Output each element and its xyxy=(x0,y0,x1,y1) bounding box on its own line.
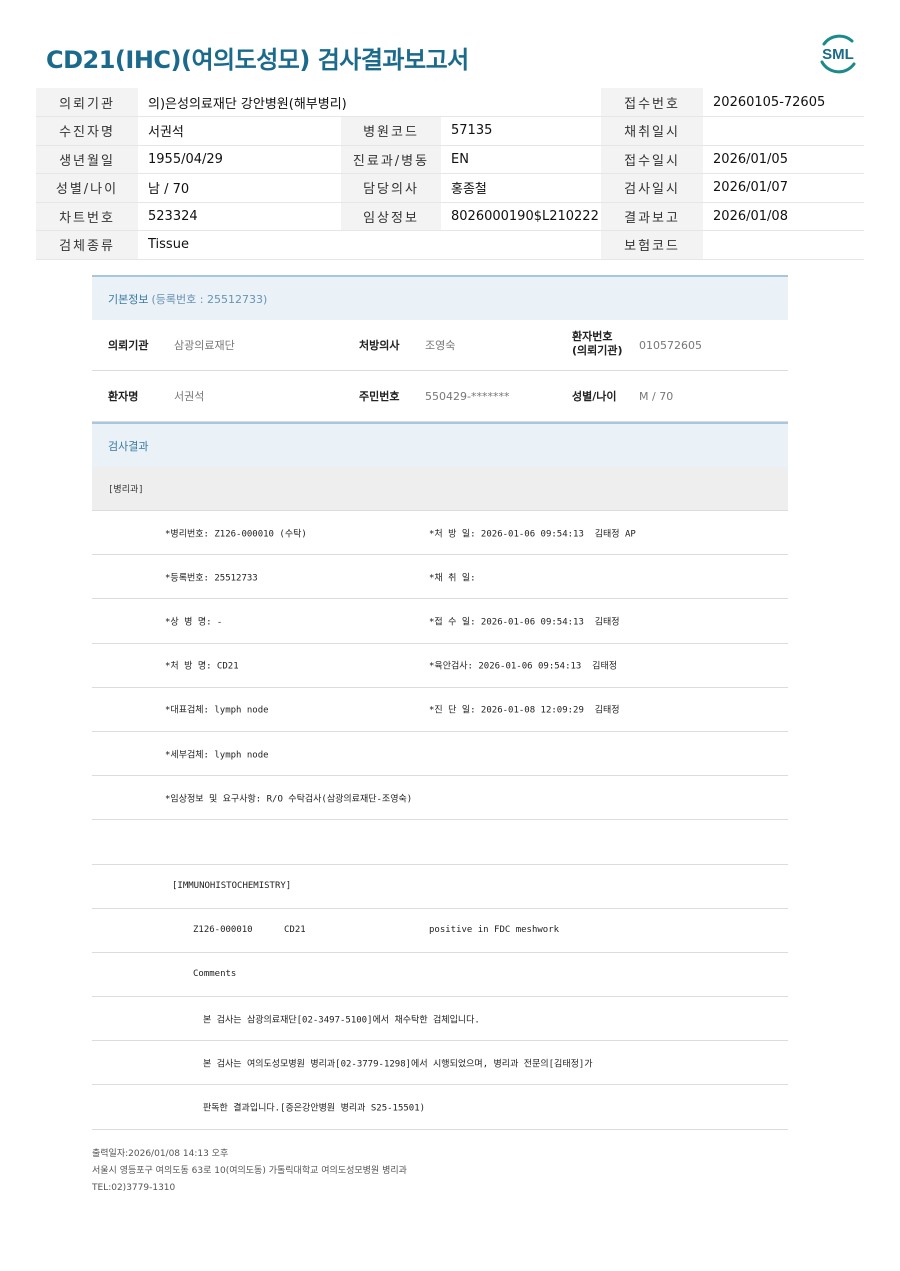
header-label: 병원코드 xyxy=(341,116,441,146)
header-value: 의)은성의료재단 강안병원(해부병리) xyxy=(138,88,602,117)
header-label: 검사일시 xyxy=(601,173,704,203)
header-row: 의뢰기관 의)은성의료재단 강안병원(해부병리) 접수번호 20260105-7260… xyxy=(36,88,865,117)
result-field-right: *처 방 일: 2026-01-06 09:54:13 김태정 AP xyxy=(429,529,636,540)
header-row: 성별/나이 남 / 70 담당의사 홍종철 검사일시 2026/01/07 xyxy=(36,173,865,203)
result-line: *세부검체: lymph node xyxy=(92,732,788,777)
header-label: 의뢰기관 xyxy=(36,88,138,117)
hospital-address: 서울시 영등포구 여의도동 63로 10(여의도동) 가톨릭대학교 여의도성모병… xyxy=(92,1166,407,1176)
blank-row xyxy=(92,820,788,865)
result-field-right: *채 취 일: xyxy=(429,573,476,584)
comment-row: 판독한 결과입니다.[증은강안병원 병리과 S25-15501) xyxy=(92,1085,788,1130)
result-field-left: *병리번호: Z126-000010 (수탁) xyxy=(165,529,307,540)
info-label: 환자번호 (의뢰기관) xyxy=(572,330,623,357)
logo-text: SML xyxy=(822,46,854,63)
result-field-left: *처 방 명: CD21 xyxy=(165,661,239,672)
header-label: 임상정보 xyxy=(341,202,441,231)
info-label: 주민번호 xyxy=(359,390,400,403)
comment-text: 본 검사는 삼광의료재단[02-3497-5100]에서 채수탁한 검체입니다. xyxy=(203,1015,480,1026)
header-label: 수진자명 xyxy=(36,116,138,146)
info-label: 처방의사 xyxy=(359,339,400,352)
header-label: 접수일시 xyxy=(601,145,704,174)
info-value: 010572605 xyxy=(639,338,702,352)
report-body: 기본정보 (등록번호 : 25512733) 의뢰기관 삼광의료재단 처방의사 … xyxy=(92,275,788,1130)
header-value: 8026000190$L210222 xyxy=(441,202,602,231)
results-heading: 검사결과 xyxy=(92,422,788,467)
info-value: 550429-******* xyxy=(425,389,510,403)
comment-text: 판독한 결과입니다.[증은강안병원 병리과 S25-15501) xyxy=(203,1103,426,1114)
result-field-right: *육안검사: 2026-01-06 09:54:13 김태정 xyxy=(429,661,618,672)
info-value: 삼광의료재단 xyxy=(174,339,235,352)
info-value: 조영숙 xyxy=(425,339,456,352)
header-value xyxy=(703,230,865,260)
header-value: 2026/01/08 xyxy=(703,202,865,231)
header-value: 2026/01/05 xyxy=(703,145,865,174)
header-value: Tissue xyxy=(138,230,602,260)
result-line: *상 병 명: - *접 수 일: 2026-01-06 09:54:13 김태정 xyxy=(92,599,788,644)
info-value: M / 70 xyxy=(639,389,674,403)
header-value: 서권석 xyxy=(138,116,341,146)
result-field-right: *접 수 일: 2026-01-06 09:54:13 김태정 xyxy=(429,617,620,628)
header-value: EN xyxy=(441,145,602,174)
info-label: 의뢰기관 xyxy=(108,339,149,352)
header-label: 담당의사 xyxy=(341,173,441,203)
header-row: 생년월일 1955/04/29 진료과/병동 EN 접수일시 2026/01/05 xyxy=(36,145,865,174)
header-value: 1955/04/29 xyxy=(138,145,341,174)
result-field-left: *상 병 명: - xyxy=(165,617,223,628)
comment-row: 본 검사는 여의도성모병원 병리과[02-3779-1298]에서 시행되었으며… xyxy=(92,1041,788,1086)
ihc-result-row: Z126-000010 CD21 positive in FDC meshwor… xyxy=(92,909,788,953)
report-footer: 출력일자:2026/01/08 14:13 오후 서울시 영등포구 여의도동 6… xyxy=(92,1146,407,1197)
ihc-marker: CD21 xyxy=(284,925,306,936)
header-label: 검체종류 xyxy=(36,230,138,260)
registration-number: (등록번호 : 25512733) xyxy=(151,292,268,306)
header-label: 보험코드 xyxy=(601,230,704,260)
result-field-left: *임상정보 및 요구사항: R/O 수탁검사(삼광의료재단-조영숙) xyxy=(165,794,413,805)
comments-label: Comments xyxy=(193,969,237,980)
comment-row: 본 검사는 삼광의료재단[02-3497-5100]에서 채수탁한 검체입니다. xyxy=(92,997,788,1042)
header-label: 진료과/병동 xyxy=(341,145,441,174)
header-label: 접수번호 xyxy=(601,88,704,117)
header-row: 수진자명 서권석 병원코드 57135 채취일시 xyxy=(36,116,865,146)
header-value: 523324 xyxy=(138,202,341,231)
header-value: 20260105-72605 xyxy=(703,88,865,117)
header-label: 차트번호 xyxy=(36,202,138,231)
ihc-pathology-number: Z126-000010 xyxy=(193,925,253,936)
header-label: 생년월일 xyxy=(36,145,138,174)
header-value: 2026/01/07 xyxy=(703,173,865,203)
comment-text: 본 검사는 여의도성모병원 병리과[02-3779-1298]에서 시행되었으며… xyxy=(203,1059,593,1070)
header-value: 57135 xyxy=(441,116,602,146)
ihc-heading-row: [IMMUNOHISTOCHEMISTRY] xyxy=(92,865,788,909)
basic-info-heading: 기본정보 (등록번호 : 25512733) xyxy=(92,275,788,320)
header-label: 결과보고 xyxy=(601,202,704,231)
result-line: *처 방 명: CD21 *육안검사: 2026-01-06 09:54:13 김… xyxy=(92,644,788,688)
result-field-left: *등록번호: 25512733 xyxy=(165,573,258,584)
result-line: *임상정보 및 요구사항: R/O 수탁검사(삼광의료재단-조영숙) xyxy=(92,776,788,821)
header-value xyxy=(703,116,865,146)
header-row: 차트번호 523324 임상정보 8026000190$L210222 결과보고 2026… xyxy=(36,202,865,231)
result-line: *병리번호: Z126-000010 (수탁) *처 방 일: 2026-01-0… xyxy=(92,511,788,556)
comments-label-row: Comments xyxy=(92,953,788,998)
basic-info-row: 환자명 서권석 주민번호 550429-******* 성별/나이 M / 70 xyxy=(92,371,788,422)
department-label: [병리과] xyxy=(92,467,788,511)
info-label: 환자명 xyxy=(108,390,139,403)
print-date: 출력일자:2026/01/08 14:13 오후 xyxy=(92,1149,229,1159)
info-label: 성별/나이 xyxy=(572,390,617,403)
hospital-tel: TEL:02)3779-1310 xyxy=(92,1183,176,1193)
result-field-left: *대표검체: lymph node xyxy=(165,705,269,716)
report-title: CD21(IHC)(여의도성모) 검사결과보고서 xyxy=(46,46,469,74)
ihc-result: positive in FDC meshwork xyxy=(429,925,560,936)
header-label: 채취일시 xyxy=(601,116,704,146)
result-line: *등록번호: 25512733 *채 취 일: xyxy=(92,555,788,600)
header-label: 성별/나이 xyxy=(36,173,138,203)
result-line: *대표검체: lymph node *진 단 일: 2026-01-08 12:0… xyxy=(92,688,788,732)
info-value: 서권석 xyxy=(174,390,205,403)
basic-info-row: 의뢰기관 삼광의료재단 처방의사 조영숙 환자번호 (의뢰기관) 0105726… xyxy=(92,320,788,371)
result-field-left: *세부검체: lymph node xyxy=(165,750,269,761)
patient-header-table: 의뢰기관 의)은성의료재단 강안병원(해부병리) 접수번호 20260105-7260… xyxy=(36,88,865,260)
sml-logo: SML xyxy=(820,34,856,74)
header-value: 홍종철 xyxy=(441,173,602,203)
result-field-right: *진 단 일: 2026-01-08 12:09:29 김태정 xyxy=(429,705,620,716)
ihc-heading: [IMMUNOHISTOCHEMISTRY] xyxy=(172,881,292,892)
header-value: 남 / 70 xyxy=(138,173,341,203)
header-row: 검체종류 Tissue 보험코드 xyxy=(36,230,865,260)
